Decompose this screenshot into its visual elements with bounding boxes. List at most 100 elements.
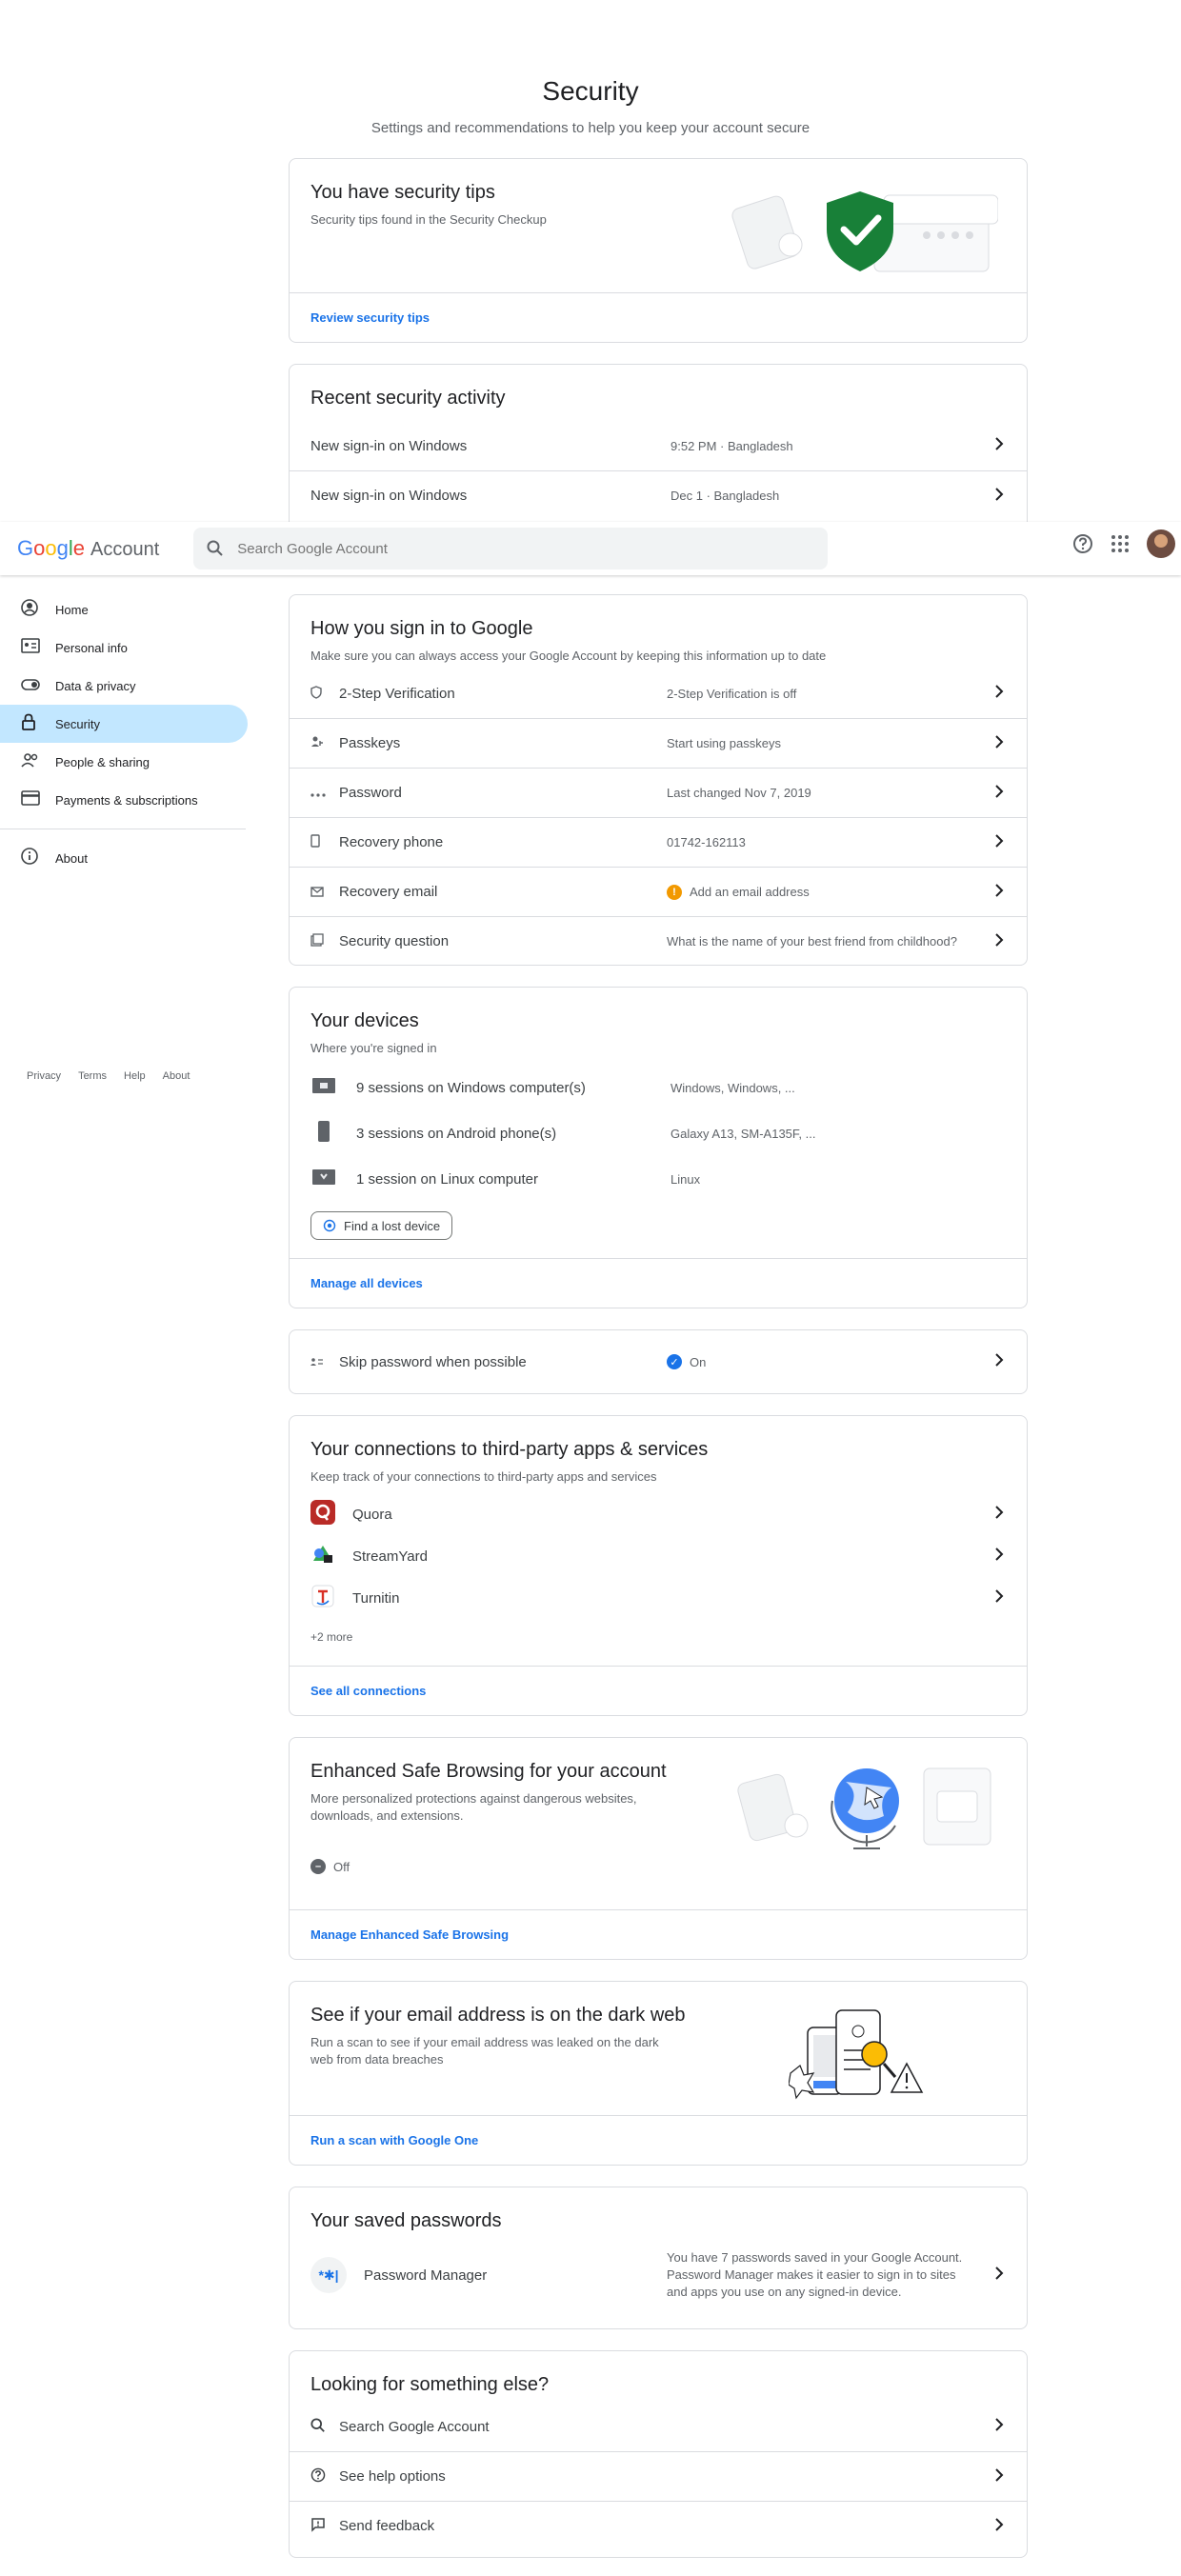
mail-icon — [310, 885, 339, 900]
sidebar-item-label: Personal info — [55, 640, 128, 655]
phone-icon — [310, 1120, 356, 1147]
globe-illustration — [737, 1767, 991, 1849]
signin-row-recovery-email[interactable]: Recovery email ! Add an email address — [290, 867, 1027, 916]
saved-passwords-title: Your saved passwords — [310, 2210, 502, 2231]
review-security-tips-link[interactable]: Review security tips — [290, 292, 1027, 342]
skip-password-row[interactable]: Skip password when possible ✓ On — [290, 1330, 1027, 1393]
sidebar-footer-links: Privacy Terms Help About — [27, 1070, 190, 1082]
about-link[interactable]: About — [163, 1070, 190, 1082]
send-feedback-row[interactable]: Send feedback — [290, 2501, 1027, 2550]
password-dots-icon — [310, 786, 339, 801]
row-value: 01742-162113 — [667, 835, 746, 849]
account-wordmark: Account — [90, 539, 160, 560]
off-status-icon: – — [310, 1859, 326, 1874]
safe-browsing-card: Enhanced Safe Browsing for your account … — [289, 1737, 1028, 1960]
chevron-right-icon — [987, 487, 1006, 505]
sidebar-item-label: About — [55, 850, 88, 866]
privacy-link[interactable]: Privacy — [27, 1070, 61, 1082]
safe-browsing-status-label: Off — [333, 1859, 350, 1874]
search-account-row[interactable]: Search Google Account — [290, 2402, 1027, 2451]
device-value: Windows, Windows, ... — [671, 1080, 795, 1095]
skip-password-value: On — [690, 1354, 707, 1369]
phone-icon — [310, 834, 339, 850]
activity-label: New sign-in on Windows — [310, 488, 468, 504]
connections-card: Your connections to third-party apps & s… — [289, 1415, 1028, 1716]
sidebar-item-security[interactable]: Security — [0, 705, 248, 743]
something-else-title: Looking for something else? — [310, 2374, 550, 2395]
help-icon[interactable] — [1072, 533, 1093, 554]
help-options-row[interactable]: See help options — [290, 2451, 1027, 2501]
sidebar-item-label: Payments & subscriptions — [55, 792, 198, 808]
page-header: Security Settings and recommendations to… — [0, 76, 1181, 136]
search-icon — [310, 2417, 339, 2436]
find-lost-device-button[interactable]: Find a lost device — [310, 1211, 453, 1240]
row-value: 2-Step Verification is off — [667, 686, 797, 701]
signin-row-security-question[interactable]: Security question What is the name of yo… — [290, 916, 1027, 965]
skip-password-label: Skip password when possible — [339, 1353, 527, 1370]
id-card-icon — [21, 638, 55, 657]
google-account-logo[interactable]: Google Account — [17, 536, 159, 561]
chevron-right-icon — [987, 2517, 1006, 2535]
signin-row-password[interactable]: Password Last changed Nov 7, 2019 — [290, 768, 1027, 817]
chevron-right-icon — [987, 932, 1006, 950]
devices-card: Your devices Where you're signed in 9 se… — [289, 987, 1028, 1308]
app-row-turnitin[interactable]: Turnitin — [290, 1577, 1027, 1619]
run-scan-link[interactable]: Run a scan with Google One — [290, 2115, 1027, 2165]
chevron-right-icon — [992, 1548, 1006, 1565]
sidebar-item-label: People & sharing — [55, 754, 150, 769]
device-row-linux[interactable]: 1 session on Linux computer Linux — [290, 1156, 1027, 1202]
app-row-streamyard[interactable]: StreamYard — [290, 1535, 1027, 1577]
search-input[interactable] — [237, 540, 810, 557]
row-value: What is the name of your best friend fro… — [667, 934, 957, 949]
lock-icon — [21, 713, 55, 734]
row-value: Start using passkeys — [667, 736, 781, 750]
sidebar-item-data-privacy[interactable]: Data & privacy — [0, 667, 248, 705]
device-row-windows[interactable]: 9 sessions on Windows computer(s) Window… — [290, 1065, 1027, 1110]
apps-grid-icon[interactable] — [1111, 534, 1130, 553]
find-lost-device-label: Find a lost device — [344, 1218, 441, 1233]
activity-row[interactable]: New sign-in on Windows Dec 1 · Banglades… — [290, 470, 1027, 520]
sidebar-item-home[interactable]: Home — [0, 590, 248, 629]
sidebar-item-payments[interactable]: Payments & subscriptions — [0, 781, 248, 819]
help-link[interactable]: Help — [124, 1070, 146, 1082]
see-all-connections-link[interactable]: See all connections — [290, 1666, 1027, 1715]
row-label: See help options — [339, 2468, 446, 2485]
chevron-right-icon — [987, 437, 1006, 454]
signin-row-passkeys[interactable]: Passkeys Start using passkeys — [290, 718, 1027, 768]
app-label: Quora — [352, 1506, 392, 1523]
terms-link[interactable]: Terms — [78, 1070, 107, 1082]
password-manager-row[interactable]: *✱| Password Manager You have 7 password… — [290, 2232, 1027, 2301]
turnitin-icon — [310, 1584, 352, 1612]
laptop-icon — [310, 1168, 356, 1189]
connections-desc: Keep track of your connections to third-… — [310, 1469, 657, 1484]
signin-row-recovery-phone[interactable]: Recovery phone 01742-162113 — [290, 817, 1027, 867]
chevron-right-icon — [987, 1353, 1006, 1370]
manage-all-devices-link[interactable]: Manage all devices — [290, 1258, 1027, 1308]
sidebar-item-label: Security — [55, 716, 100, 731]
app-row-quora[interactable]: Quora — [290, 1493, 1027, 1535]
saved-passwords-card: Your saved passwords *✱| Password Manage… — [289, 2187, 1028, 2329]
sidebar-item-personal-info[interactable]: Personal info — [0, 629, 248, 667]
feedback-icon — [310, 2517, 339, 2535]
sidebar-item-people-sharing[interactable]: People & sharing — [0, 743, 248, 781]
sidebar-item-about[interactable]: About — [0, 839, 248, 877]
signin-row-2sv[interactable]: 2-Step Verification 2-Step Verification … — [290, 669, 1027, 718]
row-label: 2-Step Verification — [339, 685, 455, 702]
search-bar[interactable] — [193, 528, 829, 569]
device-value: Linux — [671, 1171, 701, 1187]
avatar[interactable] — [1147, 529, 1175, 558]
search-icon — [207, 540, 223, 556]
chevron-right-icon — [987, 2418, 1006, 2435]
help-icon — [310, 2467, 339, 2486]
activity-value: 9:52 PM · Bangladesh — [671, 438, 793, 453]
chevron-right-icon — [987, 883, 1006, 901]
app-label: StreamYard — [352, 1548, 428, 1565]
row-label: Search Google Account — [339, 2418, 490, 2435]
locate-icon — [323, 1219, 336, 1232]
activity-row[interactable]: New sign-in on Windows 9:52 PM · Banglad… — [290, 421, 1027, 470]
row-label: Security question — [339, 933, 450, 949]
manage-safe-browsing-link[interactable]: Manage Enhanced Safe Browsing — [290, 1909, 1027, 1959]
row-label: Password — [339, 785, 402, 801]
device-row-android[interactable]: 3 sessions on Android phone(s) Galaxy A1… — [290, 1110, 1027, 1156]
row-value: Add an email address — [690, 885, 810, 899]
